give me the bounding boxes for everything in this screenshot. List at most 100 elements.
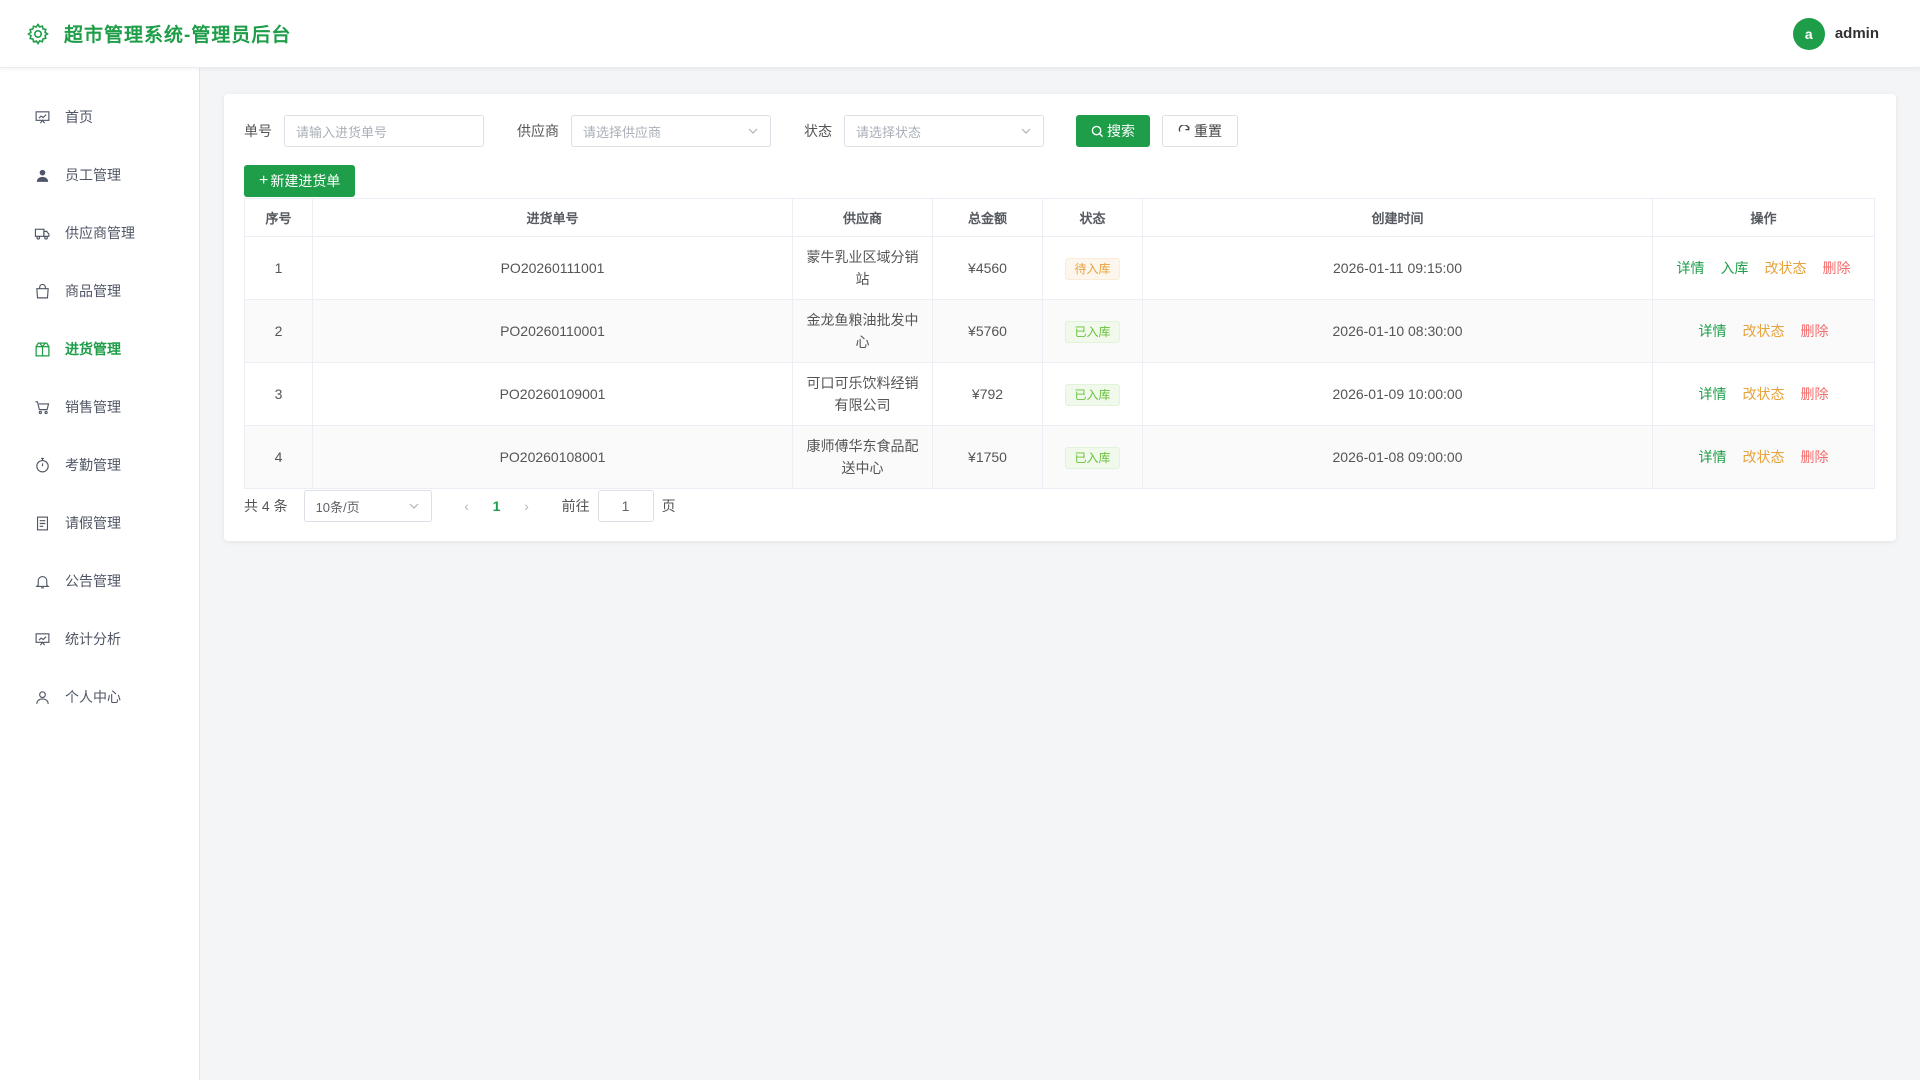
sidebar-item-label: 商品管理 bbox=[65, 283, 121, 299]
sidebar-item-label: 进货管理 bbox=[65, 341, 121, 357]
sidebar-item-statistics[interactable]: 统计分析 bbox=[0, 610, 199, 668]
goto-label: 前往 bbox=[561, 498, 590, 514]
delete-link[interactable]: 删除 bbox=[1801, 383, 1829, 405]
stock-in-link[interactable]: 入库 bbox=[1721, 257, 1749, 279]
username[interactable]: admin bbox=[1835, 25, 1879, 42]
sidebar: 首页 员工管理 供应商管理 商品管理 进货管理 销售管理 考勤管理 请假管理 公… bbox=[0, 68, 200, 1080]
page-suffix: 页 bbox=[661, 498, 676, 514]
reset-button[interactable]: 重置 bbox=[1162, 115, 1238, 147]
page-size-value: 10条/页 bbox=[315, 499, 360, 515]
col-header-status: 状态 bbox=[1042, 198, 1143, 237]
detail-link[interactable]: 详情 bbox=[1699, 320, 1727, 342]
sidebar-item-purchase[interactable]: 进货管理 bbox=[0, 320, 199, 378]
change-status-link[interactable]: 改状态 bbox=[1743, 383, 1785, 405]
supplier-name: 金龙鱼粮油批发中心 bbox=[806, 312, 919, 350]
sidebar-item-leave[interactable]: 请假管理 bbox=[0, 494, 199, 552]
cell-created: 2026-01-11 09:15:00 bbox=[1142, 236, 1653, 300]
reset-button-label: 重置 bbox=[1194, 123, 1222, 139]
goto-page-value: 1 bbox=[621, 498, 630, 514]
sidebar-item-profile[interactable]: 个人中心 bbox=[0, 668, 199, 726]
change-status-link[interactable]: 改状态 bbox=[1743, 320, 1785, 342]
delete-link[interactable]: 删除 bbox=[1801, 446, 1829, 468]
search-button-label: 搜索 bbox=[1107, 123, 1135, 139]
status-badge: 已入库 bbox=[1065, 446, 1120, 469]
bell-icon bbox=[35, 575, 50, 588]
truck-icon bbox=[34, 228, 50, 240]
sidebar-item-home[interactable]: 首页 bbox=[0, 88, 199, 146]
cell-order-no: PO20260108001 bbox=[312, 425, 793, 489]
plus-icon: + bbox=[259, 172, 269, 189]
document-icon bbox=[36, 516, 49, 530]
cell-amount: ¥5760 bbox=[932, 299, 1043, 363]
cell-status: 待入库 bbox=[1042, 236, 1143, 300]
col-header-actions: 操作 bbox=[1652, 198, 1875, 237]
cell-actions: 详情 改状态 删除 bbox=[1652, 299, 1875, 363]
cell-amount: ¥1750 bbox=[932, 425, 1043, 489]
detail-link[interactable]: 详情 bbox=[1699, 446, 1727, 468]
col-header-created: 创建时间 bbox=[1142, 198, 1653, 237]
supplier-select[interactable]: 请选择供应商 bbox=[571, 115, 771, 147]
sidebar-item-label: 首页 bbox=[65, 109, 93, 125]
new-purchase-order-button[interactable]: + 新建进货单 bbox=[244, 165, 356, 197]
order-no-input[interactable]: 请输入进货单号 bbox=[284, 115, 484, 147]
delete-link[interactable]: 删除 bbox=[1823, 257, 1851, 279]
col-header-order-no: 进货单号 bbox=[312, 198, 793, 237]
page-number-current[interactable]: 1 bbox=[482, 498, 512, 514]
status-badge: 已入库 bbox=[1065, 383, 1120, 406]
sidebar-item-goods[interactable]: 商品管理 bbox=[0, 262, 199, 320]
page-size-select[interactable]: 10条/页 bbox=[303, 490, 432, 522]
app-title: 超市管理系统-管理员后台 bbox=[64, 25, 292, 46]
chart-board-icon bbox=[35, 632, 50, 646]
cell-order-no: PO20260109001 bbox=[312, 362, 793, 426]
cell-index: 2 bbox=[244, 299, 313, 363]
cell-actions: 详情 改状态 删除 bbox=[1652, 362, 1875, 426]
cell-actions: 详情 入库 改状态 删除 bbox=[1652, 236, 1875, 300]
gear-icon bbox=[27, 22, 49, 45]
search-button[interactable]: 搜索 bbox=[1076, 115, 1150, 147]
top-header: 超市管理系统-管理员后台 a admin bbox=[0, 0, 1920, 68]
table-header-row: 序号 进货单号 供应商 总金额 状态 创建时间 操作 bbox=[244, 198, 1875, 237]
sidebar-item-supplier[interactable]: 供应商管理 bbox=[0, 204, 199, 262]
delete-link[interactable]: 删除 bbox=[1801, 320, 1829, 342]
change-status-link[interactable]: 改状态 bbox=[1743, 446, 1785, 468]
prev-page-icon[interactable]: ‹ bbox=[452, 498, 482, 514]
cell-created: 2026-01-10 08:30:00 bbox=[1142, 299, 1653, 363]
table-row: 4 PO20260108001 康师傅华东食品配送中心 ¥1750 已入库 20… bbox=[244, 425, 1875, 489]
cell-order-no: PO20260111001 bbox=[312, 236, 793, 300]
sidebar-item-staff[interactable]: 员工管理 bbox=[0, 146, 199, 204]
goto-page-input[interactable]: 1 bbox=[597, 490, 654, 522]
sidebar-item-sales[interactable]: 销售管理 bbox=[0, 378, 199, 436]
cell-status: 已入库 bbox=[1042, 362, 1143, 426]
brand: 超市管理系统-管理员后台 bbox=[26, 20, 291, 47]
sidebar-item-label: 考勤管理 bbox=[65, 457, 121, 473]
status-placeholder: 请选择状态 bbox=[856, 124, 922, 140]
cart-icon bbox=[35, 400, 50, 414]
col-header-index: 序号 bbox=[244, 198, 313, 237]
sidebar-item-label: 销售管理 bbox=[65, 399, 121, 415]
refresh-icon bbox=[1178, 124, 1190, 132]
sidebar-item-notice[interactable]: 公告管理 bbox=[0, 552, 199, 610]
sidebar-item-label: 供应商管理 bbox=[65, 225, 135, 241]
cell-amount: ¥792 bbox=[932, 362, 1043, 426]
cell-supplier: 康师傅华东食品配送中心 bbox=[792, 425, 933, 489]
status-select[interactable]: 请选择状态 bbox=[844, 115, 1044, 147]
chart-board-icon bbox=[35, 110, 50, 124]
user-menu[interactable]: a admin bbox=[1792, 17, 1879, 50]
filter-bar: 单号 请输入进货单号 供应商 请选择供应商 状态 请选择状态 搜索 重置 bbox=[244, 115, 1876, 147]
purchase-table: 序号 进货单号 供应商 总金额 状态 创建时间 操作 1 PO202601110… bbox=[244, 198, 1875, 489]
table-row: 3 PO20260109001 可口可乐饮料经销有限公司 ¥792 已入库 20… bbox=[244, 362, 1875, 426]
change-status-link[interactable]: 改状态 bbox=[1765, 257, 1807, 279]
supplier-label: 供应商 bbox=[517, 123, 559, 139]
cell-actions: 详情 改状态 删除 bbox=[1652, 425, 1875, 489]
detail-link[interactable]: 详情 bbox=[1699, 383, 1727, 405]
purchase-card: 单号 请输入进货单号 供应商 请选择供应商 状态 请选择状态 搜索 重置 + 新… bbox=[224, 94, 1896, 541]
cell-created: 2026-01-08 09:00:00 bbox=[1142, 425, 1653, 489]
detail-link[interactable]: 详情 bbox=[1677, 257, 1705, 279]
order-no-placeholder: 请输入进货单号 bbox=[296, 124, 388, 140]
avatar[interactable]: a bbox=[1792, 17, 1825, 50]
cell-amount: ¥4560 bbox=[932, 236, 1043, 300]
person-icon bbox=[36, 690, 49, 704]
sidebar-item-attendance[interactable]: 考勤管理 bbox=[0, 436, 199, 494]
cell-supplier: 可口可乐饮料经销有限公司 bbox=[792, 362, 933, 426]
next-page-icon[interactable]: › bbox=[512, 498, 542, 514]
